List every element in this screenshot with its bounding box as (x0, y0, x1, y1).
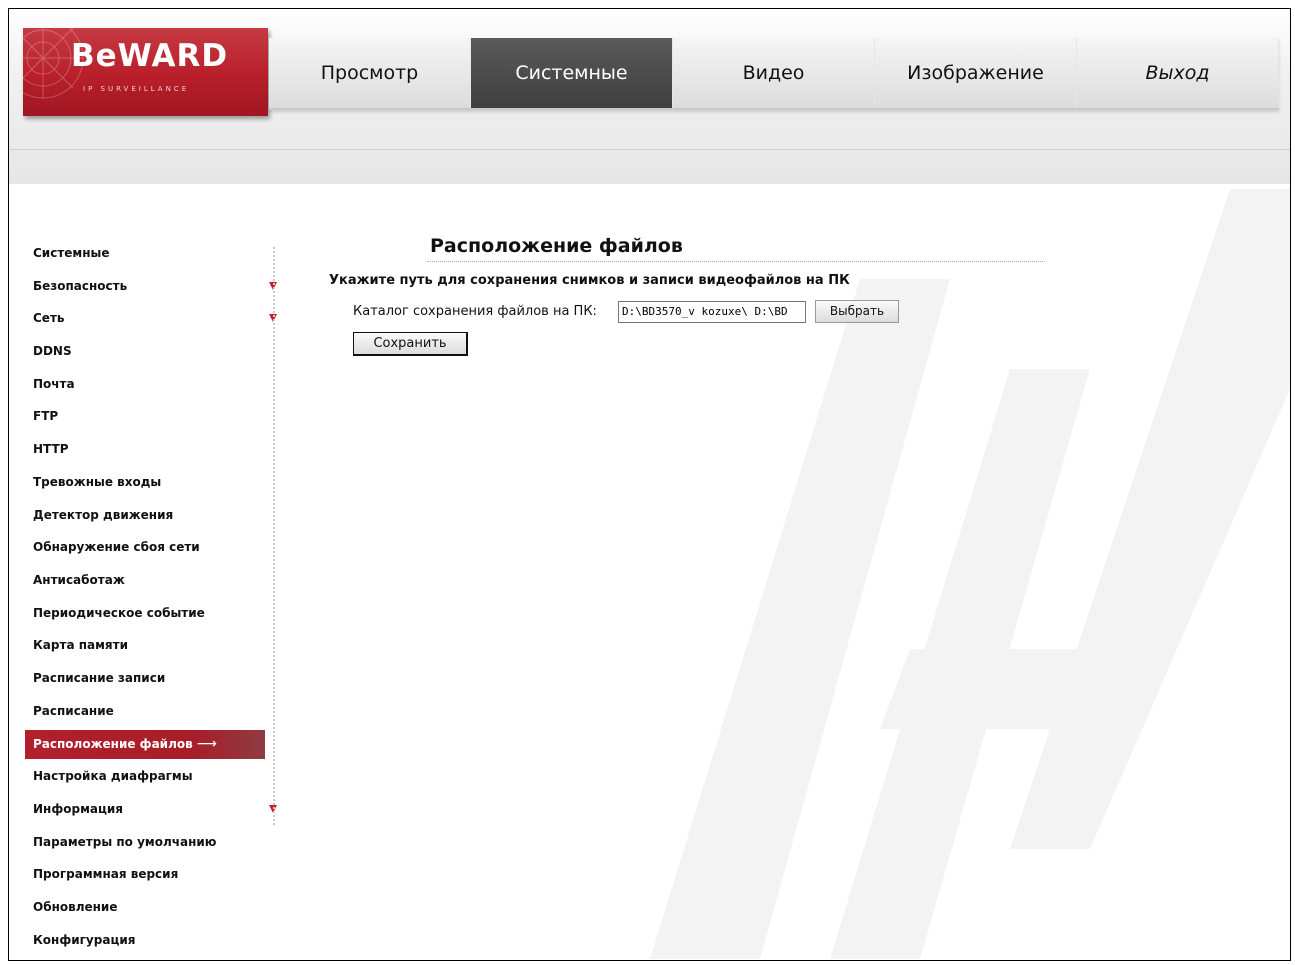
sidebar-item-label: Антисаботаж (33, 572, 125, 587)
tab-video[interactable]: Видео (673, 38, 875, 108)
save-button[interactable]: Сохранить (353, 332, 468, 356)
save-path-input[interactable]: D:\BD3570_v kozuxe\ D:\BD (618, 301, 806, 323)
sidebar-item-label: Системные (33, 246, 110, 260)
sidebar-item-label: Сеть (33, 311, 65, 326)
sidebar-item-label: Информация (33, 802, 123, 816)
sidebar-item-system[interactable]: Системные (25, 238, 273, 271)
tab-system[interactable]: Системные (471, 38, 673, 108)
sidebar-item-memory-card[interactable]: Карта памяти (25, 630, 273, 663)
sidebar-item-ddns[interactable]: DDNS (25, 336, 273, 369)
sidebar-item-firmware-version[interactable]: Программная версия (25, 859, 273, 892)
sidebar-item-configuration[interactable]: Конфигурация (25, 925, 273, 958)
sidebar-item-schedule[interactable]: Расписание (25, 696, 273, 729)
section-subtitle: Укажите путь для сохранения снимков и за… (329, 273, 850, 288)
sidebar-item-security[interactable]: Безопасность (25, 271, 277, 304)
sidebar-item-label: Расписание (33, 703, 114, 718)
sidebar-item-network[interactable]: Сеть (25, 303, 277, 336)
logo-text: BeWARD (71, 38, 229, 74)
sidebar-item-label: Обнаружение сбоя сети (33, 540, 200, 555)
sidebar-item-label: Программная версия (33, 867, 179, 882)
sidebar-item-record-schedule[interactable]: Расписание записи (25, 663, 273, 696)
save-path-label: Каталог сохранения файлов на ПК: (353, 304, 597, 319)
sidebar-item-label: Детектор движения (33, 507, 174, 522)
sidebar-item-mail[interactable]: Почта (25, 369, 273, 402)
sidebar-item-alarm-inputs[interactable]: Тревожные входы (25, 467, 273, 500)
sidebar-item-label: Почта (33, 376, 75, 391)
sidebar-item-network-failure[interactable]: Обнаружение сбоя сети (25, 532, 273, 565)
sidebar-item-label: HTTP (33, 442, 69, 457)
tab-view[interactable]: Просмотр (269, 38, 471, 108)
sidebar-item-label: FTP (33, 409, 59, 424)
sidebar-item-label: Параметры по умолчанию (33, 834, 217, 849)
sidebar-item-label: Расписание записи (33, 670, 166, 685)
sidebar-item-ftp[interactable]: FTP (25, 401, 273, 434)
sidebar-item-file-location[interactable]: Расположение файлов ⟶ (25, 730, 265, 760)
title-divider (427, 261, 1045, 262)
tab-exit[interactable]: Выход (1077, 38, 1279, 108)
top-nav: Просмотр Системные Видео Изображение Вых… (269, 38, 1279, 110)
sidebar-item-label: Безопасность (33, 278, 128, 293)
sidebar-item-label: DDNS (33, 344, 72, 359)
sidebar-item-iris-settings[interactable]: Настройка диафрагмы (25, 761, 273, 794)
sidebar-item-update[interactable]: Обновление (25, 892, 273, 925)
choose-button[interactable]: Выбрать (815, 300, 899, 323)
sidebar-item-label: Расположение файлов (33, 737, 193, 752)
sidebar-item-label: Карта памяти (33, 638, 128, 653)
page-frame: BeWARD IP SURVEILLANCE Просмотр Системны… (8, 8, 1291, 961)
sidebar-item-label: Настройка диафрагмы (33, 769, 193, 784)
sidebar-item-label: Обновление (33, 900, 118, 915)
tab-image[interactable]: Изображение (875, 38, 1077, 108)
sidebar-item-tamper[interactable]: Антисаботаж (25, 565, 273, 598)
sidebar-item-motion-detector[interactable]: Детектор движения (25, 500, 273, 533)
sidebar-item-label: Конфигурация (33, 932, 136, 947)
sidebar-divider (273, 247, 275, 825)
sidebar-item-label: Тревожные входы (33, 474, 162, 489)
sidebar-item-http[interactable]: HTTP (25, 434, 273, 467)
sidebar-item-label: Периодическое событие (33, 605, 205, 620)
arrow-right-icon: ⟶ (196, 736, 217, 753)
sidebar-menu: Системные Безопасность Сеть DDNS Почта F… (25, 238, 277, 958)
page-title: Расположение файлов (430, 235, 683, 257)
logo-subtext: IP SURVEILLANCE (83, 85, 190, 93)
header-divider (9, 149, 1290, 150)
beward-logo: BeWARD IP SURVEILLANCE (23, 28, 268, 116)
sidebar-item-periodic-event[interactable]: Периодическое событие (25, 598, 273, 631)
sidebar-item-defaults[interactable]: Параметры по умолчанию (25, 827, 273, 860)
sidebar-item-information[interactable]: Информация (25, 794, 277, 827)
